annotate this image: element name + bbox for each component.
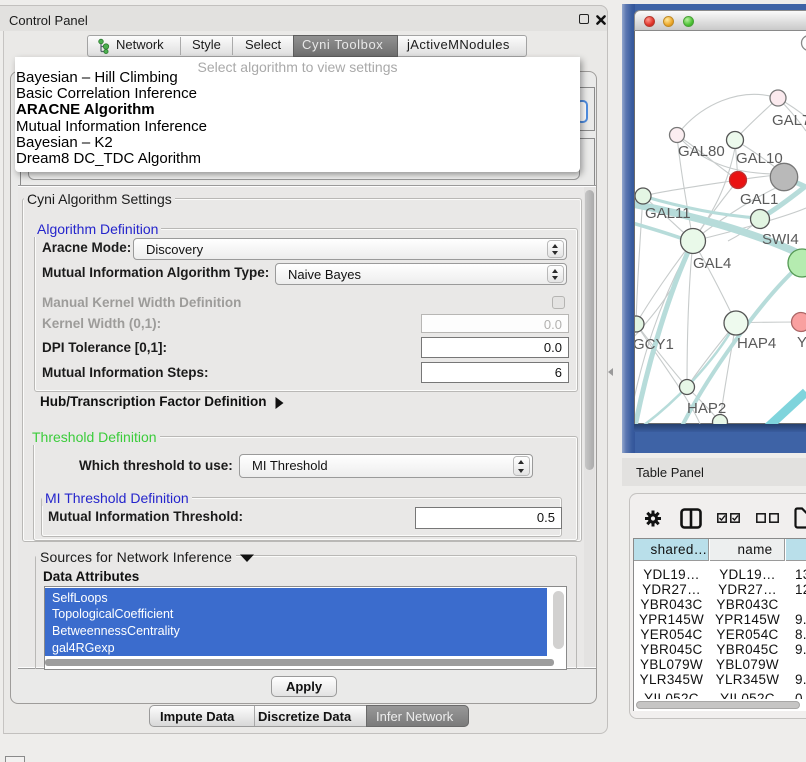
svg-text:GAL11: GAL11 <box>645 205 691 222</box>
svg-text:Y: Y <box>797 334 806 351</box>
svg-text:GAL80: GAL80 <box>678 143 725 160</box>
svg-text:SWI4: SWI4 <box>762 231 799 248</box>
svg-text:GAL10: GAL10 <box>736 150 783 167</box>
svg-text:HAP4: HAP4 <box>737 335 776 352</box>
svg-text:GAL4: GAL4 <box>693 255 731 272</box>
svg-text:GAL7: GAL7 <box>772 112 806 129</box>
svg-text:GCY1: GCY1 <box>635 336 674 353</box>
svg-text:HAP2: HAP2 <box>687 400 726 417</box>
svg-text:GAL1: GAL1 <box>740 191 778 208</box>
